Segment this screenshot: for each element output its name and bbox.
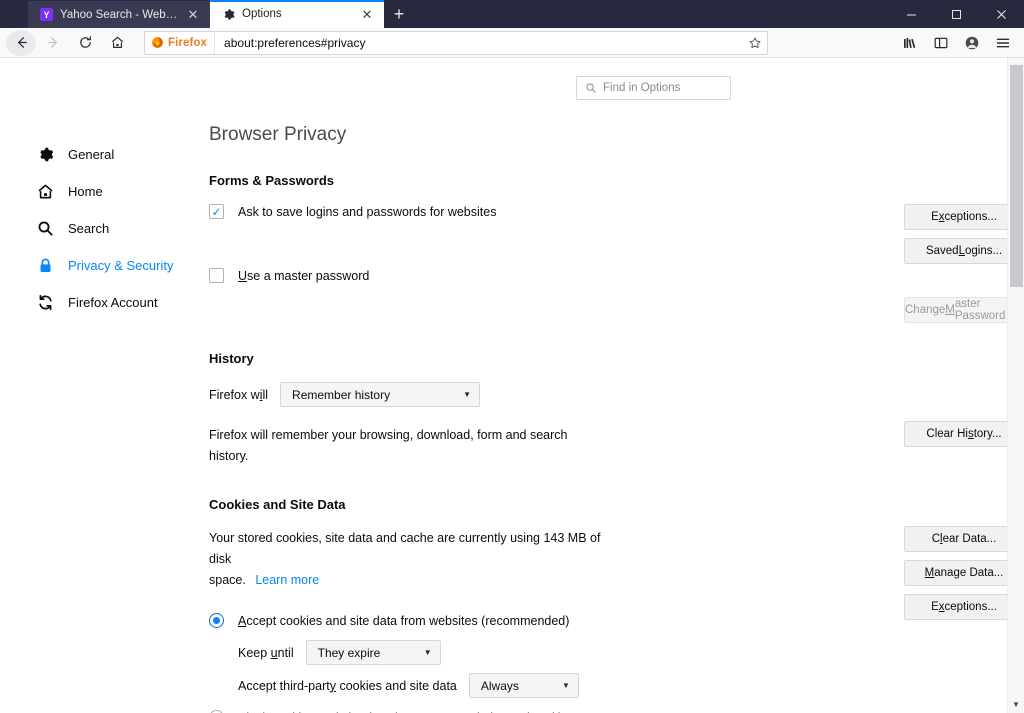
firefox-will-label: Firefox will (209, 388, 268, 402)
chevron-down-icon: ▼ (424, 648, 432, 657)
tab-strip: Y Yahoo Search - Web Search ✕ Options ✕ … (28, 0, 889, 28)
section-heading: Cookies and Site Data (209, 497, 1024, 512)
master-password-row[interactable]: ✓ Use a master password (209, 268, 904, 283)
section-forms-passwords: Forms & Passwords ✓ Ask to save logins a… (209, 173, 1024, 323)
yahoo-icon: Y (39, 8, 53, 22)
cookies-exceptions-button[interactable]: Exceptions... (904, 594, 1024, 620)
ask-save-logins-label: Ask to save logins and passwords for web… (238, 205, 496, 219)
forms-exceptions-button[interactable]: Exceptions... (904, 204, 1024, 230)
third-party-label: Accept third-party cookies and site data (238, 679, 457, 693)
lock-icon (36, 257, 54, 275)
cookies-usage-text: Your stored cookies, site data and cache… (209, 528, 619, 591)
learn-more-link[interactable]: Learn more (255, 573, 319, 587)
master-password-label: Use a master password (238, 269, 369, 283)
chevron-down-icon: ▼ (463, 390, 471, 399)
main-panel: Browser Privacy Forms & Passwords ✓ Ask … (185, 100, 1024, 713)
accept-cookies-label: Accept cookies and site data from websit… (238, 614, 569, 628)
account-icon[interactable] (957, 30, 987, 56)
search-placeholder: Find in Options (603, 82, 680, 94)
sidebar-item-label: Home (68, 184, 103, 199)
vertical-scrollbar[interactable]: ▲ ▼ (1007, 58, 1024, 713)
tab-options[interactable]: Options ✕ (210, 0, 384, 28)
change-master-password-button: Change Master Password (904, 297, 1024, 323)
toolbar-right-buttons (895, 30, 1018, 56)
identity-box[interactable]: Firefox (145, 32, 215, 54)
search-row: Find in Options (0, 58, 1024, 100)
preferences-content: Find in Options General (0, 58, 1024, 713)
sync-icon (36, 294, 54, 312)
sidebar-item-label: Search (68, 221, 109, 236)
clear-data-button[interactable]: Clear Data... (904, 526, 1024, 552)
svg-text:Y: Y (43, 10, 49, 20)
bookmark-star-icon[interactable] (743, 36, 767, 50)
gear-icon (36, 146, 54, 164)
section-cookies-site-data: Cookies and Site Data Your stored cookie… (209, 497, 1024, 713)
cookies-usage-line2: space. (209, 573, 246, 587)
clear-history-button[interactable]: Clear History... (904, 421, 1024, 447)
tab-yahoo-search[interactable]: Y Yahoo Search - Web Search ✕ (28, 1, 210, 28)
search-input[interactable]: Find in Options (576, 76, 731, 100)
tab-label: Yahoo Search - Web Search (60, 9, 178, 21)
library-icon[interactable] (895, 30, 925, 56)
section-heading: History (209, 351, 1024, 366)
forward-button[interactable] (38, 30, 68, 56)
chevron-down-icon: ▼ (562, 681, 570, 690)
history-mode-value: Remember history (292, 388, 390, 402)
cookies-usage-line1: Your stored cookies, site data and cache… (209, 531, 600, 566)
back-button[interactable] (6, 30, 36, 56)
close-icon[interactable]: ✕ (185, 7, 201, 23)
close-icon[interactable]: ✕ (359, 6, 375, 22)
menu-icon[interactable] (988, 30, 1018, 56)
keep-until-label: Keep until (238, 646, 294, 660)
ask-save-logins-checkbox[interactable]: ✓ (209, 204, 224, 219)
ask-save-logins-row[interactable]: ✓ Ask to save logins and passwords for w… (209, 204, 904, 219)
browser-window: Y Yahoo Search - Web Search ✕ Options ✕ … (0, 0, 1024, 713)
identity-label: Firefox (168, 37, 207, 49)
search-icon (36, 220, 54, 238)
preferences-sidebar: General Home Search (0, 100, 185, 713)
close-button[interactable] (979, 0, 1024, 28)
maximize-button[interactable] (934, 0, 979, 28)
navigation-toolbar: Firefox about:preferences#privacy (0, 28, 1024, 58)
section-history: History Firefox will Remember history ▼ … (209, 351, 1024, 467)
gear-icon (221, 7, 235, 21)
accept-cookies-row[interactable]: Accept cookies and site data from websit… (209, 613, 904, 628)
search-icon (585, 82, 597, 94)
sidebar-item-label: General (68, 147, 114, 162)
history-description: Firefox will remember your browsing, dow… (209, 425, 609, 467)
window-controls (889, 0, 1024, 28)
sidebar-icon[interactable] (926, 30, 956, 56)
tab-label: Options (242, 8, 352, 20)
sidebar-item-firefox-account[interactable]: Firefox Account (0, 284, 185, 321)
url-text[interactable]: about:preferences#privacy (215, 36, 743, 50)
title-bar: Y Yahoo Search - Web Search ✕ Options ✕ … (0, 0, 1024, 28)
firefox-logo (151, 36, 164, 49)
sidebar-item-general[interactable]: General (0, 136, 185, 173)
manage-data-button[interactable]: Manage Data... (904, 560, 1024, 586)
scroll-down-arrow[interactable]: ▼ (1008, 696, 1024, 713)
page-title: Browser Privacy (209, 124, 1024, 146)
home-button[interactable] (102, 30, 132, 56)
history-mode-select[interactable]: Remember history ▼ (280, 382, 480, 407)
reload-button[interactable] (70, 30, 100, 56)
third-party-value: Always (481, 679, 519, 693)
sidebar-item-label: Firefox Account (68, 295, 158, 310)
third-party-select[interactable]: Always ▼ (469, 673, 579, 698)
minimize-button[interactable] (889, 0, 934, 28)
sidebar-item-privacy-security[interactable]: Privacy & Security (0, 247, 185, 284)
sidebar-item-label: Privacy & Security (68, 258, 173, 273)
keep-until-select[interactable]: They expire ▼ (306, 640, 441, 665)
master-password-checkbox[interactable]: ✓ (209, 268, 224, 283)
scrollbar-thumb[interactable] (1010, 65, 1023, 287)
sidebar-item-search[interactable]: Search (0, 210, 185, 247)
sidebar-item-home[interactable]: Home (0, 173, 185, 210)
saved-logins-button[interactable]: Saved Logins... (904, 238, 1024, 264)
accept-cookies-radio[interactable] (209, 613, 224, 628)
section-heading: Forms & Passwords (209, 173, 1024, 188)
keep-until-value: They expire (318, 646, 381, 660)
home-icon (36, 183, 54, 201)
new-tab-button[interactable]: + (384, 1, 414, 28)
address-bar[interactable]: Firefox about:preferences#privacy (144, 31, 768, 55)
